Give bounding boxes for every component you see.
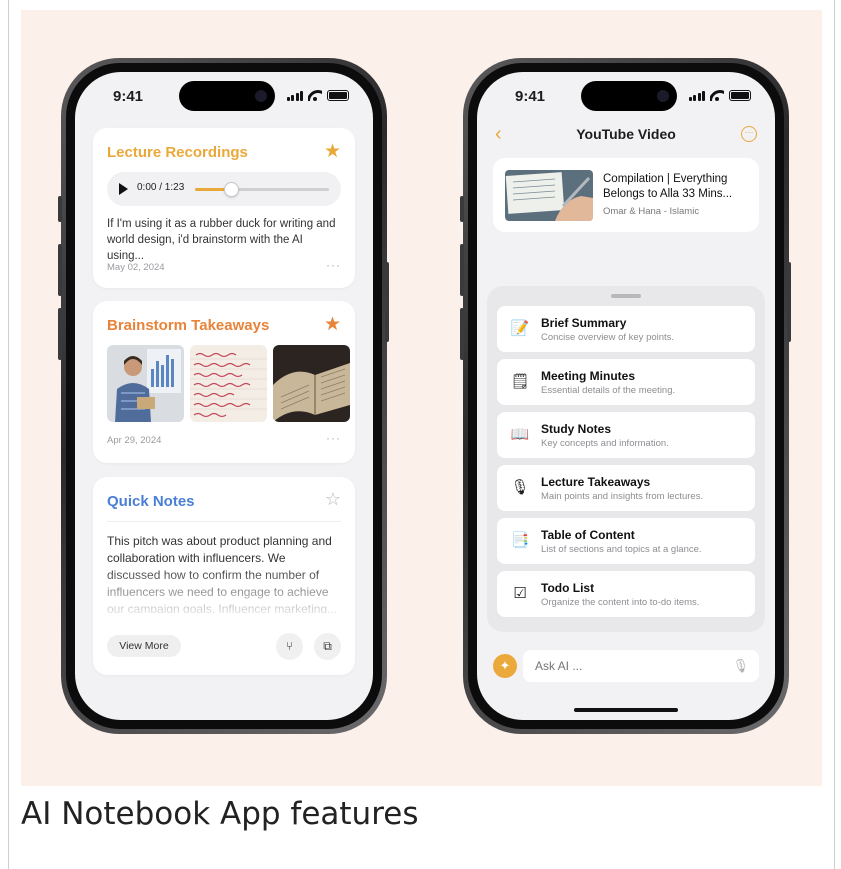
option-title: Meeting Minutes [541,369,636,383]
video-title: Compilation | Everything Belongs to Alla… [603,173,733,200]
sheet-grabber[interactable] [611,294,641,298]
view-more-button[interactable]: View More [107,635,181,657]
option-subtitle: Concise overview of key points. [541,332,675,343]
signal-icon [688,91,705,101]
option-subtitle: Key concepts and information. [541,438,669,449]
audio-scrubber[interactable] [195,182,329,197]
right-phone: 9:41 ‹ YouTube Video ··· Compilation | E… [463,58,789,734]
copy-icon[interactable]: ⧉ [314,633,341,660]
card-date: May 02, 2024 [107,262,165,273]
notepad-icon: 🗒 [510,373,530,390]
dynamic-island [581,81,677,111]
scrubber-knob[interactable] [224,182,240,197]
divider [107,521,341,522]
star-outline-icon[interactable]: ☆ [325,489,341,510]
photo-presenter[interactable] [107,345,184,422]
left-phone: 9:41 Lecture Recordings ★ 0:00 / 1:23 If… [61,58,387,734]
option-title: Table of Content [541,528,635,542]
card-text: This pitch was about product planning an… [107,534,338,613]
video-channel: Omar & Hana - Islamic [603,206,700,217]
nav-bar: ‹ YouTube Video ··· [477,124,775,148]
microphone-icon: 🎙 [510,479,530,496]
card-text: If I'm using it as a rubber duck for wri… [107,218,336,262]
page-title: YouTube Video [576,126,676,142]
note-card-lecture-recordings[interactable]: Lecture Recordings ★ 0:00 / 1:23 If I'm … [93,128,355,288]
left-screen: 9:41 Lecture Recordings ★ 0:00 / 1:23 If… [75,72,373,720]
template-sheet: 📝 Brief Summary Concise overview of key po… [487,286,765,632]
audio-player: 0:00 / 1:23 [107,172,341,206]
pencil-paper-icon: 📝 [510,320,530,337]
option-table-of-content[interactable]: 📑 Table of Content List of sections and to… [497,518,755,564]
branch-icon[interactable]: ⑂ [276,633,303,660]
phone-side-button [787,262,791,342]
play-icon[interactable] [119,183,128,195]
phone-side-button [460,196,464,222]
phone-side-button [58,244,62,296]
photo-handwritten-notes[interactable] [190,345,267,422]
ai-sparkle-icon[interactable]: ✦ [493,654,517,678]
more-icon[interactable]: ··· [326,431,341,445]
more-circle-icon[interactable]: ··· [741,126,757,142]
checkbox-icon: ☑ [513,585,527,602]
status-time: 9:41 [113,88,144,105]
star-filled-icon[interactable]: ★ [324,313,341,336]
phone-side-button [460,308,464,360]
option-title: Todo List [541,581,595,595]
home-indicator[interactable] [574,708,678,712]
option-subtitle: Main points and insights from lectures. [541,491,704,502]
option-title: Study Notes [541,422,612,436]
photo-open-book[interactable] [273,345,350,422]
phone-side-button [460,244,464,296]
phone-side-button [385,262,389,342]
right-screen: 9:41 ‹ YouTube Video ··· Compilation | E… [477,72,775,720]
signal-icon [286,91,303,101]
wifi-icon [710,90,724,101]
wifi-icon [308,90,322,101]
star-filled-icon[interactable]: ★ [324,140,341,163]
video-thumbnail[interactable] [505,170,593,221]
card-title: Brainstorm Takeaways [107,317,270,334]
option-todo-list[interactable]: ☑ Todo List Organize the content into to-d… [497,571,755,617]
card-title: Quick Notes [107,493,195,510]
card-title: Lecture Recordings [107,144,248,161]
option-title: Brief Summary [541,316,627,330]
dynamic-island [179,81,275,111]
note-card-brainstorm[interactable]: Brainstorm Takeaways ★ Apr 29, 2024 ··· [93,301,355,463]
option-study-notes[interactable]: 📖 Study Notes Key concepts and information… [497,412,755,458]
ask-ai-input[interactable] [523,650,759,682]
video-card[interactable]: Compilation | Everything Belongs to Alla… [493,158,759,232]
book-icon: 📖 [510,426,530,443]
option-subtitle: Organize the content into to-do items. [541,597,700,608]
more-icon[interactable]: ··· [326,258,341,272]
microphone-icon[interactable]: 🎙 [732,658,749,674]
option-lecture-takeaways[interactable]: 🎙 Lecture Takeaways Main points and insigh… [497,465,755,511]
option-title: Lecture Takeaways [541,475,651,489]
option-subtitle: List of sections and topics at a glance. [541,544,702,555]
phone-side-button [58,308,62,360]
option-subtitle: Essential details of the meeting. [541,385,676,396]
option-brief-summary[interactable]: 📝 Brief Summary Concise overview of key po… [497,306,755,352]
document-icon: 📑 [510,532,530,549]
caption: AI Notebook App features [21,796,419,832]
battery-icon [327,90,349,101]
status-time: 9:41 [515,88,546,105]
option-meeting-minutes[interactable]: 🗒 Meeting Minutes Essential details of the… [497,359,755,405]
battery-icon [729,90,751,101]
card-date: Apr 29, 2024 [107,435,162,446]
ask-ai-bar: ✦ 🎙 [477,644,775,714]
audio-time: 0:00 / 1:23 [137,182,185,193]
note-card-quick-notes[interactable]: Quick Notes ☆ This pitch was about produ… [93,477,355,675]
phone-side-button [58,196,62,222]
status-bar: 9:41 [477,72,775,118]
status-bar: 9:41 [75,72,373,118]
